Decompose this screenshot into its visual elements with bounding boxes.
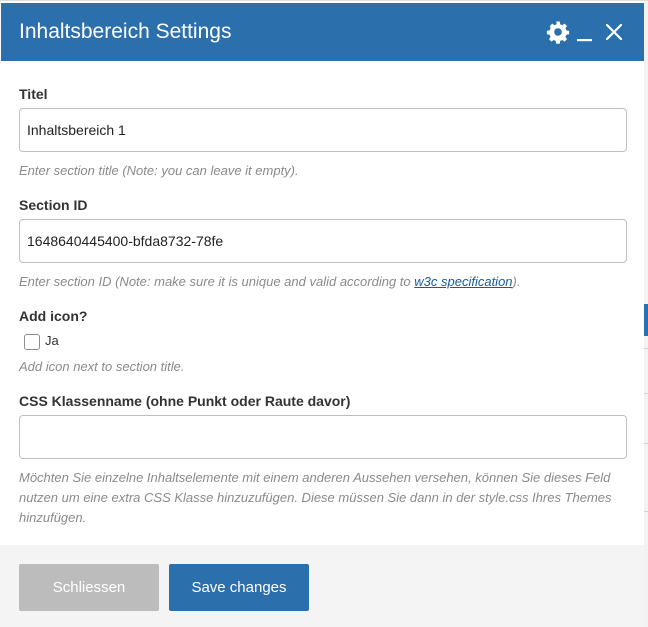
section-id-help-suffix: ). xyxy=(512,274,521,289)
add-icon-checkbox-label[interactable]: Ja xyxy=(45,332,59,350)
dialog-title: Inhaltsbereich Settings xyxy=(19,20,232,43)
settings-dialog: Inhaltsbereich Settings Titel Enter sect… xyxy=(0,0,648,627)
css-class-field-label: CSS Klassenname (ohne Punkt oder Raute d… xyxy=(19,393,351,409)
css-class-input[interactable] xyxy=(19,415,627,459)
title-help-text: Enter section title (Note: you can leave… xyxy=(19,163,299,178)
gear-icon[interactable] xyxy=(546,20,570,44)
background-page-accent xyxy=(644,304,648,336)
add-icon-help-text: Add icon next to section title. xyxy=(19,359,185,374)
add-icon-checkbox[interactable] xyxy=(24,334,40,350)
save-changes-button[interactable]: Save changes xyxy=(169,564,309,611)
background-page-divider xyxy=(644,393,648,394)
section-id-help-prefix: Enter section ID (Note: make sure it is … xyxy=(19,274,415,289)
close-icon[interactable] xyxy=(602,20,626,44)
w3c-specification-link[interactable]: w3c specification xyxy=(414,274,512,289)
css-class-help-text: Möchten Sie einzelne Inhaltselemente mit… xyxy=(19,470,612,525)
section-id-input[interactable] xyxy=(19,219,627,263)
section-id-field-label: Section ID xyxy=(19,197,88,213)
dialog-header: Inhaltsbereich Settings xyxy=(1,3,644,61)
background-page-divider xyxy=(644,511,648,512)
background-page-divider xyxy=(644,348,648,349)
minimize-icon[interactable] xyxy=(572,20,596,44)
background-page-divider xyxy=(644,443,648,444)
section-id-help-text: Enter section ID (Note: make sure it is … xyxy=(19,272,627,292)
add-icon-field-label: Add icon? xyxy=(19,308,88,324)
title-input[interactable] xyxy=(19,108,627,152)
title-field-label: Titel xyxy=(19,86,48,102)
close-button[interactable]: Schliessen xyxy=(19,564,159,611)
